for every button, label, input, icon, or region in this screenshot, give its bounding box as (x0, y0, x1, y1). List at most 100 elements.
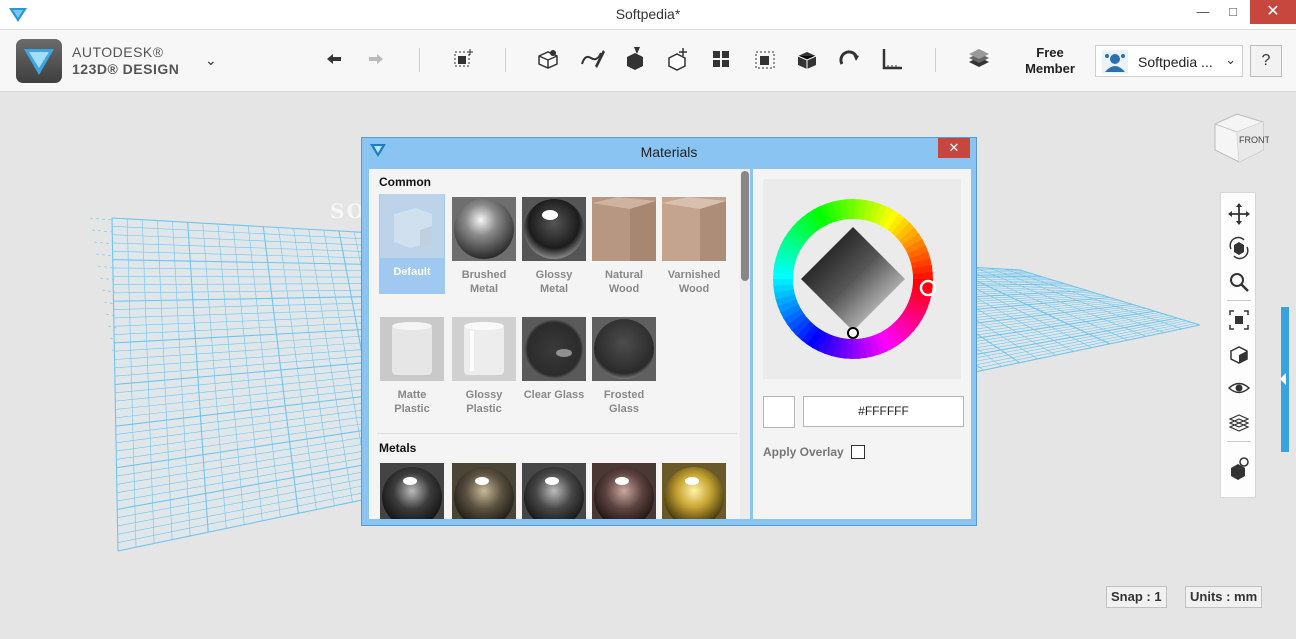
natural-wood-thumb (592, 197, 656, 261)
shade-handle[interactable] (847, 327, 859, 339)
brand-line1: AUTODESK® (72, 44, 164, 60)
material-label: Frosted Glass (603, 389, 645, 415)
material-metal-bronze[interactable] (451, 463, 517, 519)
views-icon (1230, 346, 1248, 364)
material-label: Varnished Wood (667, 269, 721, 295)
material-button[interactable] (964, 44, 994, 74)
grid-icon (1228, 414, 1250, 432)
material-label: Clear Glass (523, 389, 585, 401)
materials-list[interactable]: Common Default Brushed Metal Glossy Meta… (369, 169, 750, 519)
measure-icon (882, 49, 902, 70)
expand-left-icon (1280, 373, 1286, 385)
undo-icon (327, 54, 341, 64)
modify-button[interactable] (620, 44, 650, 74)
material-label: Default (393, 266, 431, 278)
sketch-icon (538, 50, 558, 69)
material-metal-chrome[interactable] (379, 463, 445, 519)
orbit-button[interactable] (1226, 235, 1252, 261)
material-default[interactable]: Default (379, 194, 445, 294)
pattern-button[interactable] (706, 44, 736, 74)
scrollbar-thumb[interactable] (741, 171, 749, 281)
glossy-plastic-thumb (452, 317, 516, 381)
material-view-button[interactable] (1226, 455, 1252, 481)
snap-setting[interactable]: Snap : 1 (1106, 586, 1167, 608)
maximize-button[interactable]: □ (1218, 0, 1248, 24)
sketch-button[interactable] (533, 44, 563, 74)
bronze-metal-thumb (452, 463, 516, 519)
grouping-icon (755, 51, 775, 69)
measure-button[interactable] (877, 44, 907, 74)
construct-icon (581, 50, 605, 68)
apply-overlay-checkbox[interactable] (851, 445, 865, 459)
default-material-thumb (380, 194, 444, 258)
copper-metal-thumb (592, 463, 656, 519)
window-title: Softpedia* (615, 6, 681, 22)
primitives-icon (454, 49, 473, 67)
snap-button[interactable] (834, 44, 864, 74)
material-glossy-metal[interactable]: Glossy Metal (521, 197, 587, 296)
minimize-button[interactable]: — (1188, 0, 1218, 24)
user-account-dropdown[interactable]: Softpedia ... ⌄ (1095, 45, 1243, 77)
material-frosted-glass[interactable]: Frosted Glass (591, 317, 657, 416)
material-icon (969, 49, 989, 67)
navigation-bar (1220, 192, 1256, 498)
visibility-button[interactable] (1226, 375, 1252, 401)
construct-button[interactable] (577, 44, 607, 74)
zoom-icon (1230, 273, 1249, 292)
free-member-label[interactable]: Free Member (1018, 45, 1082, 77)
app-menu-chevron-icon[interactable]: ⌄ (205, 52, 217, 69)
material-brushed-metal[interactable]: Brushed Metal (451, 197, 517, 296)
primitives-button[interactable] (448, 44, 478, 74)
color-wheel[interactable] (763, 179, 961, 379)
combine-button[interactable] (792, 44, 822, 74)
color-swatch[interactable] (763, 396, 795, 428)
material-clear-glass[interactable]: Clear Glass (521, 317, 587, 402)
fit-button[interactable] (1226, 307, 1252, 333)
grid-tick (93, 241, 114, 245)
grid-tick (89, 217, 113, 221)
undo-button[interactable] (319, 44, 349, 74)
redo-button[interactable] (361, 44, 391, 74)
app-logo[interactable] (16, 39, 62, 83)
color-panel: #FFFFFF Apply Overlay (753, 169, 971, 519)
frosted-glass-thumb (592, 317, 656, 381)
free-member-line2: Member (1025, 61, 1075, 76)
material-varnished-wood[interactable]: Varnished Wood (661, 197, 727, 296)
material-matte-plastic[interactable]: Matte Plastic (379, 317, 445, 416)
viewcube[interactable]: FRONT (1209, 106, 1270, 166)
grid-tick (97, 265, 115, 269)
materials-scrollbar[interactable] (740, 169, 750, 519)
gold-metal-thumb (662, 463, 726, 519)
pan-button[interactable] (1226, 201, 1252, 227)
views-button[interactable] (1226, 341, 1252, 367)
close-window-button[interactable]: ✕ (1250, 0, 1296, 24)
material-metal-copper[interactable] (591, 463, 657, 519)
toolbar-separator (505, 48, 506, 72)
help-button[interactable]: ? (1250, 45, 1282, 77)
grouping-button[interactable] (750, 44, 780, 74)
combine-icon (797, 52, 817, 69)
material-metal-steel[interactable] (521, 463, 587, 519)
material-natural-wood[interactable]: Natural Wood (591, 197, 657, 296)
materials-close-button[interactable]: ✕ (938, 138, 970, 158)
free-member-line1: Free (1036, 45, 1064, 60)
chevron-down-icon: ⌄ (1225, 52, 1236, 67)
toolbar-separator (419, 48, 420, 72)
window-title-bar: Softpedia* — □ ✕ (0, 0, 1296, 30)
brushed-metal-thumb (452, 197, 516, 261)
pattern-icon (713, 51, 729, 67)
units-setting[interactable]: Units : mm (1185, 586, 1263, 608)
user-avatar-icon (1102, 50, 1128, 74)
grid-toggle-button[interactable] (1226, 409, 1252, 435)
material-label: Brushed Metal (461, 269, 507, 295)
material-metal-gold[interactable] (661, 463, 727, 519)
eye-icon (1227, 382, 1251, 394)
material-label: Natural Wood (605, 269, 643, 295)
material-label: Glossy Plastic (465, 389, 503, 415)
hex-color-input[interactable]: #FFFFFF (803, 396, 964, 427)
zoom-button[interactable] (1226, 269, 1252, 295)
main-toolbar: AUTODESK® 123D® DESIGN ⌄ Free Member Sof… (0, 30, 1296, 92)
transform-button[interactable] (663, 44, 693, 74)
material-glossy-plastic[interactable]: Glossy Plastic (451, 317, 517, 416)
steel-metal-thumb (522, 463, 586, 519)
